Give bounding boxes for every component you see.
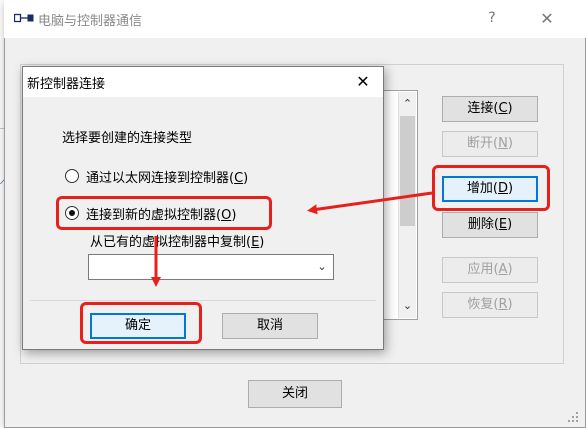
copy-from-label: 从已有的虚拟控制器中复制(E) [90, 231, 264, 250]
ethernet-option-key: C [234, 171, 244, 186]
connection-type-prompt: 选择要创建的连接类型 [62, 131, 193, 146]
delete-button-label: 删除( [467, 217, 499, 232]
modal-title: 新控制器连接 [27, 77, 106, 92]
apply-button[interactable]: 应用(A) [442, 257, 538, 283]
connect-button-tail: ) [507, 101, 513, 116]
close-dialog-button[interactable]: 关闭 [248, 380, 342, 408]
ethernet-option-tail: ) [243, 171, 249, 186]
modal-close-button[interactable]: ✕ [350, 70, 376, 94]
disconnect-button-tail: ) [507, 136, 513, 151]
cancel-button[interactable]: 取消 [222, 313, 318, 339]
connect-button[interactable]: 连接(C) [442, 96, 538, 122]
scrollbar-thumb[interactable] [400, 116, 415, 226]
virtual-option-key: O [221, 208, 232, 223]
virtual-controller-radio[interactable] [65, 206, 79, 220]
scroll-down-icon[interactable]: ⌄ [400, 298, 415, 314]
help-button[interactable]: ? [482, 8, 502, 28]
add-button[interactable]: 增加(D) [442, 176, 538, 202]
ok-button[interactable]: 确定 [90, 313, 186, 339]
disconnect-button[interactable]: 断开(N) [442, 131, 538, 157]
delete-button-tail: ) [507, 217, 513, 232]
apply-button-tail: ) [507, 262, 513, 277]
disconnect-button-label: 断开( [467, 136, 499, 151]
modal-separator [30, 300, 376, 301]
connect-button-label: 连接( [467, 101, 499, 116]
delete-button-key: E [498, 217, 508, 232]
resize-grip-icon[interactable] [566, 410, 580, 424]
restore-button-label: 恢复( [467, 297, 499, 312]
chevron-down-icon[interactable]: ⌄ [314, 258, 330, 276]
restore-button-key: R [498, 297, 508, 312]
restore-button[interactable]: 恢复(R) [442, 292, 538, 318]
outer-close-button[interactable]: ✕ [536, 8, 558, 30]
virtual-option-text: 连接到新的虚拟控制器( [86, 208, 222, 223]
apply-button-label: 应用( [467, 262, 499, 277]
add-button-tail: ) [508, 181, 514, 196]
scroll-up-icon[interactable]: ⌃ [400, 96, 415, 112]
outer-dialog-title: 电脑与控制器通信 [38, 14, 143, 29]
connect-button-key: C [498, 101, 508, 116]
copy-from-tail: ) [259, 235, 265, 250]
disconnect-button-key: N [498, 136, 508, 151]
restore-button-tail: ) [507, 297, 513, 312]
virtual-option-tail: ) [231, 208, 237, 223]
connection-icon [14, 13, 34, 23]
ethernet-radio[interactable] [65, 169, 79, 183]
copy-from-select[interactable] [88, 254, 334, 280]
add-button-key: D [497, 181, 508, 196]
copy-from-text: 从已有的虚拟控制器中复制( [90, 235, 252, 250]
ethernet-option-label[interactable]: 通过以太网连接到控制器(C) [86, 167, 248, 186]
delete-button[interactable]: 删除(E) [442, 212, 538, 238]
virtual-option-label[interactable]: 连接到新的虚拟控制器(O) [86, 204, 236, 223]
ethernet-option-text: 通过以太网连接到控制器( [86, 171, 235, 186]
add-button-label: 增加( [466, 181, 498, 196]
